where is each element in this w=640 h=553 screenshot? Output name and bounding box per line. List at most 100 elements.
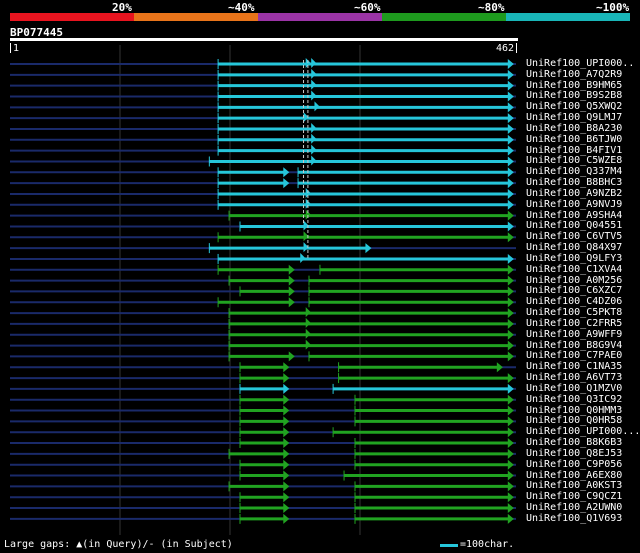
hit-arrow [283, 438, 290, 449]
hit-arrow [283, 405, 290, 416]
hit-label[interactable]: UniRef100_C9P056 [526, 459, 622, 470]
hit-label[interactable]: UniRef100_C5PKT8 [526, 307, 622, 318]
hit-arrow [283, 427, 290, 438]
hit-arrow [507, 156, 514, 167]
hit-arrow [507, 513, 514, 524]
hit-label[interactable]: UniRef100_Q5XWQ2 [526, 101, 622, 112]
gap-marker [311, 144, 317, 155]
gap-marker [311, 68, 317, 79]
hit-label[interactable]: UniRef100_A6VT73 [526, 372, 622, 383]
hit-arrow [288, 264, 295, 275]
hit-arrow [283, 503, 290, 514]
hit-label[interactable]: UniRef100_Q3IC92 [526, 394, 622, 405]
hit-label[interactable]: UniRef100_Q84X97 [526, 242, 622, 253]
hit-label[interactable]: UniRef100_B8K6B3 [526, 437, 622, 448]
hit-arrow [507, 373, 514, 384]
hit-arrow [283, 416, 290, 427]
hit-arrow [507, 470, 514, 481]
hit-label[interactable]: UniRef100_A7Q2R9 [526, 69, 622, 80]
hit-arrow [507, 286, 514, 297]
hit-arrow [507, 318, 514, 329]
hit-arrow [288, 286, 295, 297]
hit-label[interactable]: UniRef100_B8G9V4 [526, 340, 622, 351]
gap-marker [311, 122, 317, 133]
gap-marker [311, 58, 317, 68]
hit-arrow [507, 340, 514, 351]
hit-label[interactable]: UniRef100_Q04551 [526, 220, 622, 231]
hit-arrow [507, 91, 514, 102]
hit-label[interactable]: UniRef100_UPI000.. [526, 58, 634, 69]
hit-label[interactable]: UniRef100_Q9LMJ7 [526, 112, 622, 123]
hit-label[interactable]: UniRef100_C9QCZ1 [526, 491, 622, 502]
gap-marker [311, 155, 317, 166]
hit-arrow [507, 383, 514, 394]
hit-label[interactable]: UniRef100_B8BHC3 [526, 177, 622, 188]
hit-arrow [507, 253, 514, 264]
hit-label[interactable]: UniRef100_B9HM65 [526, 80, 622, 91]
hit-arrow [283, 167, 290, 178]
hit-label[interactable]: UniRef100_B4FIV1 [526, 145, 622, 156]
hit-label[interactable]: UniRef100_C7PAE0 [526, 350, 622, 361]
hit-arrow [507, 481, 514, 492]
hit-arrow [507, 427, 514, 438]
hit-arrow [283, 513, 290, 524]
hit-arrow [507, 459, 514, 470]
hit-label[interactable]: UniRef100_Q8EJ53 [526, 448, 622, 459]
hit-label[interactable]: UniRef100_C6XZC7 [526, 285, 622, 296]
gap-legend: Large gaps: ▲(in Query)/- (in Subject) [4, 539, 233, 550]
hit-arrow [507, 232, 514, 243]
legend-scale-text: =100char. [440, 539, 514, 550]
hit-label[interactable]: UniRef100_A9WFF9 [526, 329, 622, 340]
gap-marker [305, 339, 311, 350]
hit-arrow [507, 145, 514, 156]
hit-arrow [507, 264, 514, 275]
hit-label[interactable]: UniRef100_A0KST3 [526, 480, 622, 491]
hit-arrow [507, 178, 514, 189]
hit-label[interactable]: UniRef100_C2FRR5 [526, 318, 622, 329]
hit-arrow [507, 297, 514, 308]
hit-label[interactable]: UniRef100_Q9LFY3 [526, 253, 622, 264]
hit-label[interactable]: UniRef100_A2UWN0 [526, 502, 622, 513]
hit-label[interactable]: UniRef100_Q0HR58 [526, 415, 622, 426]
hit-label[interactable]: UniRef100_UPI000... [526, 426, 640, 437]
hit-label[interactable]: UniRef100_C6VTV5 [526, 231, 622, 242]
hit-arrow [507, 80, 514, 91]
gap-marker [305, 328, 311, 339]
hit-label[interactable]: UniRef100_Q1V693 [526, 513, 622, 524]
hit-arrow [507, 503, 514, 514]
hit-arrow [507, 416, 514, 427]
hit-arrow [365, 243, 372, 254]
hit-label[interactable]: UniRef100_B9S2B8 [526, 90, 622, 101]
gap-marker [314, 101, 320, 112]
hit-arrow [507, 221, 514, 232]
hit-arrow [507, 275, 514, 286]
gap-marker [305, 317, 311, 328]
gap-marker [305, 307, 311, 318]
hit-label[interactable]: UniRef100_A9NZB2 [526, 188, 622, 199]
gap-marker [311, 79, 317, 90]
hit-label[interactable]: UniRef100_B6TJW0 [526, 134, 622, 145]
hit-arrow [507, 351, 514, 362]
hit-arrow [283, 459, 290, 470]
hit-label[interactable]: UniRef100_C1XVA4 [526, 264, 622, 275]
hit-label[interactable]: UniRef100_A9SHA4 [526, 210, 622, 221]
hit-arrow [507, 438, 514, 449]
hit-arrow [507, 394, 514, 405]
hit-arrow [507, 167, 514, 178]
hit-arrow [283, 481, 290, 492]
hit-label[interactable]: UniRef100_Q1MZV0 [526, 383, 622, 394]
hit-arrow [507, 188, 514, 199]
hit-label[interactable]: UniRef100_C5WZE8 [526, 155, 622, 166]
hit-arrow [507, 492, 514, 503]
hit-label[interactable]: UniRef100_Q0HMM3 [526, 405, 622, 416]
gap-marker [300, 252, 306, 263]
legend-scale-label: =100char. [460, 539, 515, 550]
hit-label[interactable]: UniRef100_C1NA35 [526, 361, 622, 372]
gap-marker [311, 133, 317, 144]
hit-label[interactable]: UniRef100_A0M256 [526, 275, 622, 286]
hit-label[interactable]: UniRef100_C4DZ06 [526, 296, 622, 307]
hit-label[interactable]: UniRef100_A9NVJ9 [526, 199, 622, 210]
hit-label[interactable]: UniRef100_A6EX80 [526, 470, 622, 481]
hit-label[interactable]: UniRef100_Q337M4 [526, 166, 622, 177]
hit-label[interactable]: UniRef100_B8A230 [526, 123, 622, 134]
